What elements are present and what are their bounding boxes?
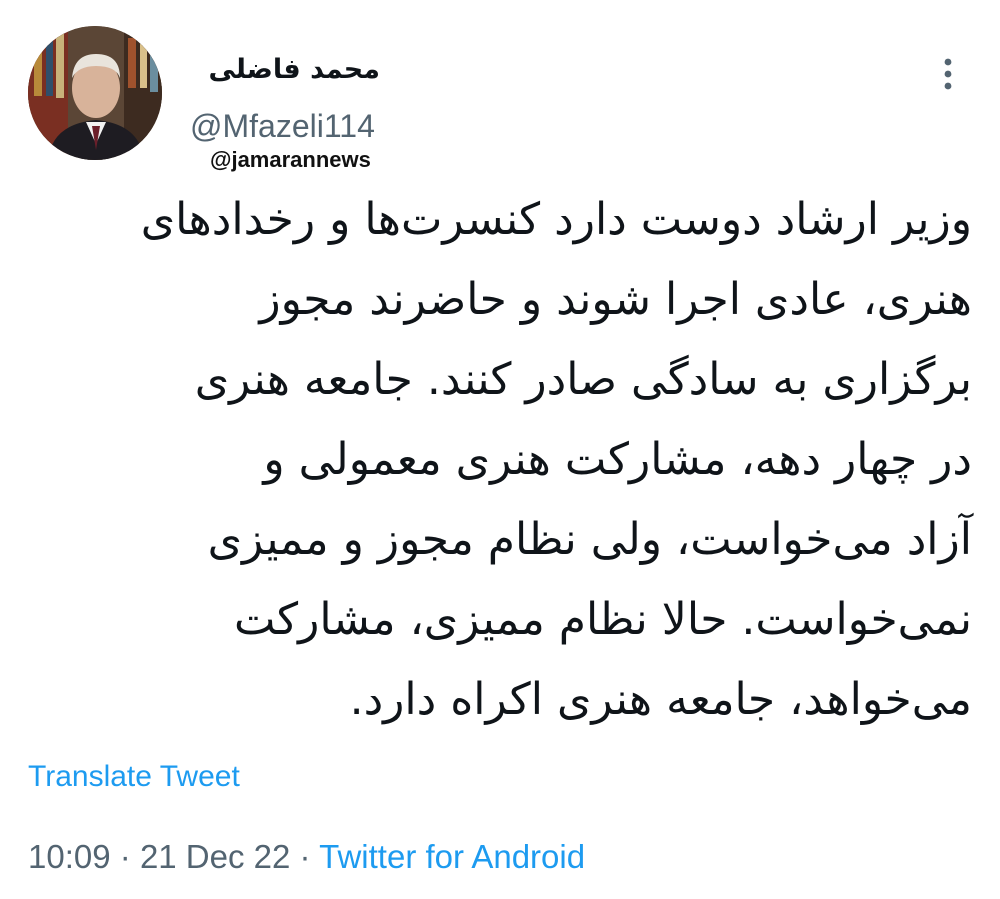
display-name[interactable]: محمد فاضلی [190, 50, 380, 90]
tweet-line: هنری، عادی اجرا شوند و حاضرند مجوز [259, 274, 972, 325]
tweet-line: می‌خواهد، جامعه هنری اکراه دارد. [349, 674, 972, 725]
separator-dot: · [299, 838, 311, 875]
tweet-line: آزاد می‌خواست، ولی نظام مجوز و ممیزی [207, 514, 972, 565]
tweet-time[interactable]: 10:09 [28, 838, 111, 875]
more-options-button[interactable] [928, 52, 968, 96]
tweet-line: نمی‌خواست. حالا نظام ممیزی، مشارکت [233, 594, 972, 645]
tweet-line: برگزاری به سادگی صادر کنند. جامعه هنری [194, 354, 972, 405]
tweet-metadata: 10:09 · 21 Dec 22 · Twitter for Android [28, 836, 585, 878]
avatar[interactable] [28, 26, 162, 160]
more-vertical-icon [944, 58, 952, 90]
separator-dot: · [119, 838, 131, 875]
tweet-text: وزیر ارشاد دوست دارد کنسرت‌ها و رخدادهای… [28, 180, 972, 740]
tweet-source-link[interactable]: Twitter for Android [319, 838, 585, 875]
translate-tweet-link[interactable]: Translate Tweet [28, 758, 240, 796]
tweet-line: در چهار دهه، مشارکت هنری معمولی و [263, 434, 972, 485]
tweet-line: وزیر ارشاد دوست دارد کنسرت‌ها و رخدادهای [140, 194, 972, 245]
user-handle[interactable]: @Mfazeli114 [190, 106, 375, 146]
profile-photo [28, 26, 162, 160]
watermark: @jamarannews [210, 147, 371, 172]
tweet-date[interactable]: 21 Dec 22 [140, 838, 290, 875]
